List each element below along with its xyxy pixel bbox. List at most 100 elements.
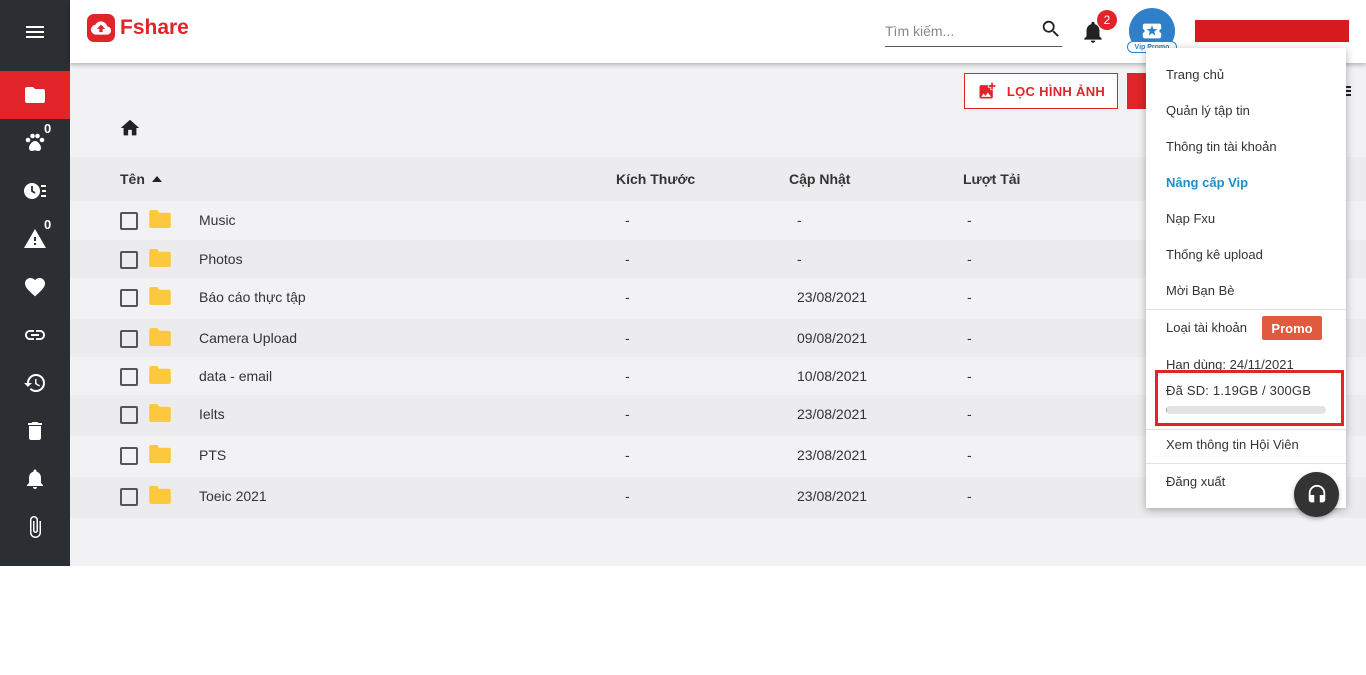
ticket-icon xyxy=(1142,23,1162,39)
support-chat-button[interactable] xyxy=(1294,472,1339,517)
row-checkbox[interactable] xyxy=(120,330,138,348)
warning-badge: 0 xyxy=(44,217,52,232)
file-name[interactable]: Camera Upload xyxy=(199,330,297,346)
row-checkbox[interactable] xyxy=(120,406,138,424)
headset-icon xyxy=(1308,484,1325,502)
menu-item-invite[interactable]: Mời Bạn Bè xyxy=(1166,283,1235,298)
menu-toggle-button[interactable] xyxy=(0,0,70,63)
file-name[interactable]: Photos xyxy=(199,251,243,267)
file-downloads: - xyxy=(967,488,972,504)
sidebar-item-attachments[interactable] xyxy=(0,503,70,551)
row-checkbox[interactable] xyxy=(120,289,138,307)
link-icon xyxy=(25,330,45,340)
account-type-badge: Promo xyxy=(1262,316,1322,340)
folder-icon xyxy=(149,328,171,346)
menu-divider xyxy=(1146,463,1346,464)
folder-icon xyxy=(149,210,171,228)
sidebar-item-favorites[interactable] xyxy=(0,263,70,311)
column-header-size[interactable]: Kích Thước xyxy=(616,171,695,187)
file-size: - xyxy=(625,488,630,504)
menu-item-logout[interactable]: Đăng xuất xyxy=(1166,474,1225,489)
menu-item-topup[interactable]: Nạp Fxu xyxy=(1166,211,1215,226)
account-dropdown-menu: Trang chủ Quản lý tập tin Thông tin tài … xyxy=(1146,48,1346,508)
search-input[interactable] xyxy=(885,18,1035,44)
sidebar-item-trash[interactable] xyxy=(0,407,70,455)
file-updated: - xyxy=(797,212,802,228)
file-updated: 10/08/2021 xyxy=(797,368,868,384)
row-checkbox[interactable] xyxy=(120,447,138,465)
storage-usage-fill xyxy=(1166,406,1167,414)
folder-icon xyxy=(25,87,45,103)
column-header-downloads[interactable]: Lượt Tải xyxy=(963,171,1020,187)
sidebar-item-warning[interactable]: 0 xyxy=(0,215,70,263)
menu-divider xyxy=(1146,429,1346,430)
folder-icon xyxy=(149,445,171,463)
row-checkbox[interactable] xyxy=(120,212,138,230)
file-name[interactable]: Music xyxy=(199,212,236,228)
column-header-name[interactable]: Tên xyxy=(120,171,162,187)
file-updated: 23/08/2021 xyxy=(797,488,868,504)
menu-item-files[interactable]: Quản lý tập tin xyxy=(1166,103,1250,118)
sidebar-item-recent[interactable] xyxy=(0,167,70,215)
sidebar-item-notifications[interactable] xyxy=(0,455,70,503)
clock-list-icon xyxy=(24,183,46,199)
folder-icon xyxy=(149,249,171,267)
file-updated: 23/08/2021 xyxy=(797,447,868,463)
row-checkbox[interactable] xyxy=(120,488,138,506)
row-checkbox[interactable] xyxy=(120,368,138,386)
file-name[interactable]: Ielts xyxy=(199,406,225,422)
folder-icon xyxy=(149,366,171,384)
file-updated: 23/08/2021 xyxy=(797,289,868,305)
file-name[interactable]: Báo cáo thực tập xyxy=(199,289,306,305)
menu-item-upload-stats[interactable]: Thống kê upload xyxy=(1166,247,1263,262)
file-size: - xyxy=(625,406,630,422)
file-name[interactable]: Toeic 2021 xyxy=(199,488,267,504)
home-icon[interactable] xyxy=(119,117,141,139)
filter-images-button[interactable]: LỌC HÌNH ẢNH xyxy=(964,73,1118,109)
trash-icon xyxy=(28,422,42,440)
file-name[interactable]: data - email xyxy=(199,368,272,384)
bell-icon xyxy=(27,469,43,489)
menu-item-home[interactable]: Trang chủ xyxy=(1166,67,1224,82)
username-redacted[interactable] xyxy=(1195,20,1349,42)
folder-icon xyxy=(149,404,171,422)
notification-count-badge: 2 xyxy=(1097,10,1117,30)
file-size: - xyxy=(625,447,630,463)
paw-badge: 0 xyxy=(44,121,52,136)
file-downloads: - xyxy=(967,289,972,305)
heart-icon xyxy=(25,278,45,297)
menu-item-upgrade-vip[interactable]: Nâng cấp Vip xyxy=(1166,175,1248,190)
storage-usage-highlight: Đã SD: 1.19GB / 300GB xyxy=(1155,370,1344,426)
row-checkbox[interactable] xyxy=(120,251,138,269)
file-size: - xyxy=(625,251,630,267)
paperclip-icon xyxy=(30,516,41,538)
search-icon[interactable] xyxy=(1040,18,1062,40)
app-root: 0 0 Fshare Tìm kiếm... 2 Vip Promo LỌC H… xyxy=(0,0,1366,566)
file-downloads: - xyxy=(967,447,972,463)
sort-asc-icon xyxy=(151,176,162,182)
filter-images-label: LỌC HÌNH ẢNH xyxy=(1006,83,1106,99)
sidebar-item-paw[interactable]: 0 xyxy=(0,119,70,167)
sidebar-item-links[interactable] xyxy=(0,311,70,359)
sidebar-item-history[interactable] xyxy=(0,359,70,407)
menu-item-account-info[interactable]: Thông tin tài khoản xyxy=(1166,139,1277,154)
search-box xyxy=(885,18,1062,47)
more-options-icon[interactable] xyxy=(1346,86,1352,98)
logo[interactable]: Fshare xyxy=(87,14,189,42)
add-photo-icon xyxy=(979,82,996,99)
column-header-updated[interactable]: Cập Nhật xyxy=(789,171,850,187)
file-size: - xyxy=(625,212,630,228)
file-name[interactable]: PTS xyxy=(199,447,226,463)
file-updated: 09/08/2021 xyxy=(797,330,868,346)
cloud-upload-icon xyxy=(91,21,111,35)
file-updated: 23/08/2021 xyxy=(797,406,868,422)
file-downloads: - xyxy=(967,406,972,422)
sidebar-item-files[interactable] xyxy=(0,71,70,119)
file-size: - xyxy=(625,330,630,346)
menu-item-member-info[interactable]: Xem thông tin Hội Viên xyxy=(1166,437,1299,452)
logo-text: Fshare xyxy=(120,16,189,39)
logo-mark xyxy=(87,14,115,42)
storage-usage-text: Đã SD: 1.19GB / 300GB xyxy=(1166,383,1312,398)
file-downloads: - xyxy=(967,330,972,346)
sidebar: 0 0 xyxy=(0,0,70,566)
